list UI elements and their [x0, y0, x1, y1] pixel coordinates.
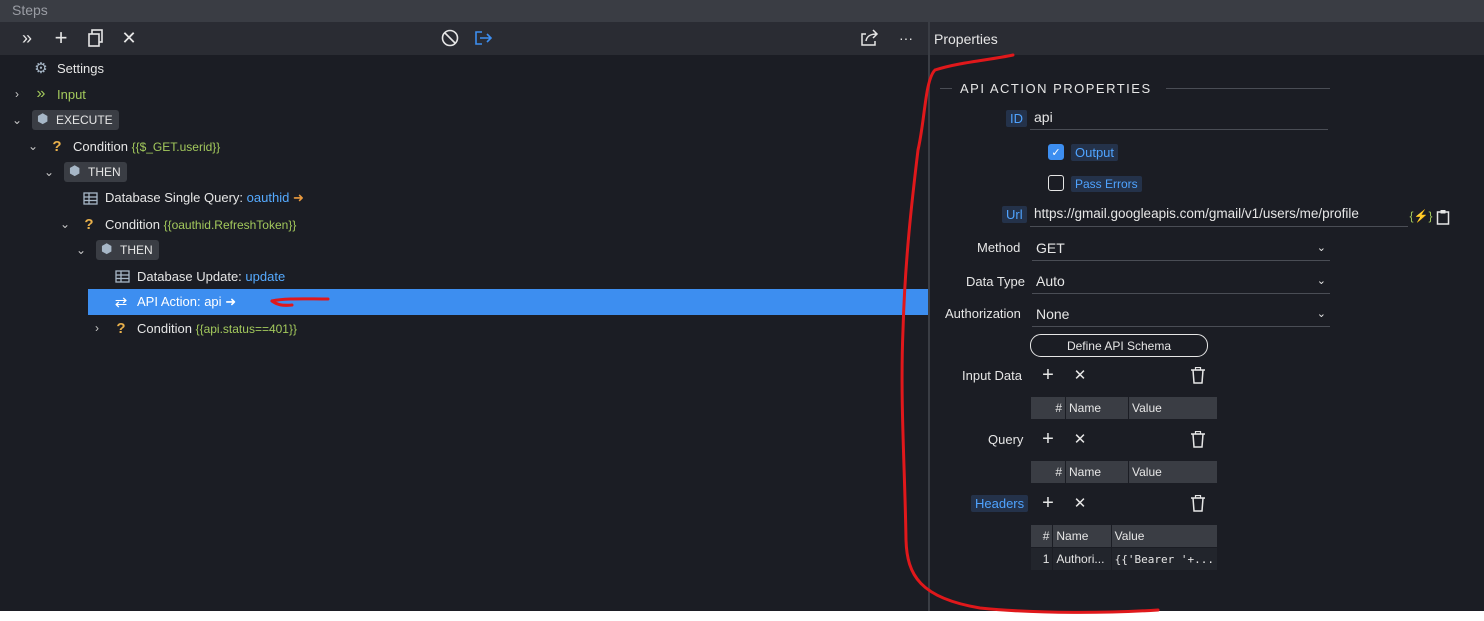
annotation-arrow	[270, 297, 330, 303]
annotation-arrow-head	[270, 299, 294, 307]
annotation-overlay	[270, 53, 1160, 614]
annotation-loop	[900, 53, 1160, 614]
app-window: Steps » + ✕ ··· ⚙ Settings › » Input ⌄ ⬢…	[0, 0, 1484, 614]
